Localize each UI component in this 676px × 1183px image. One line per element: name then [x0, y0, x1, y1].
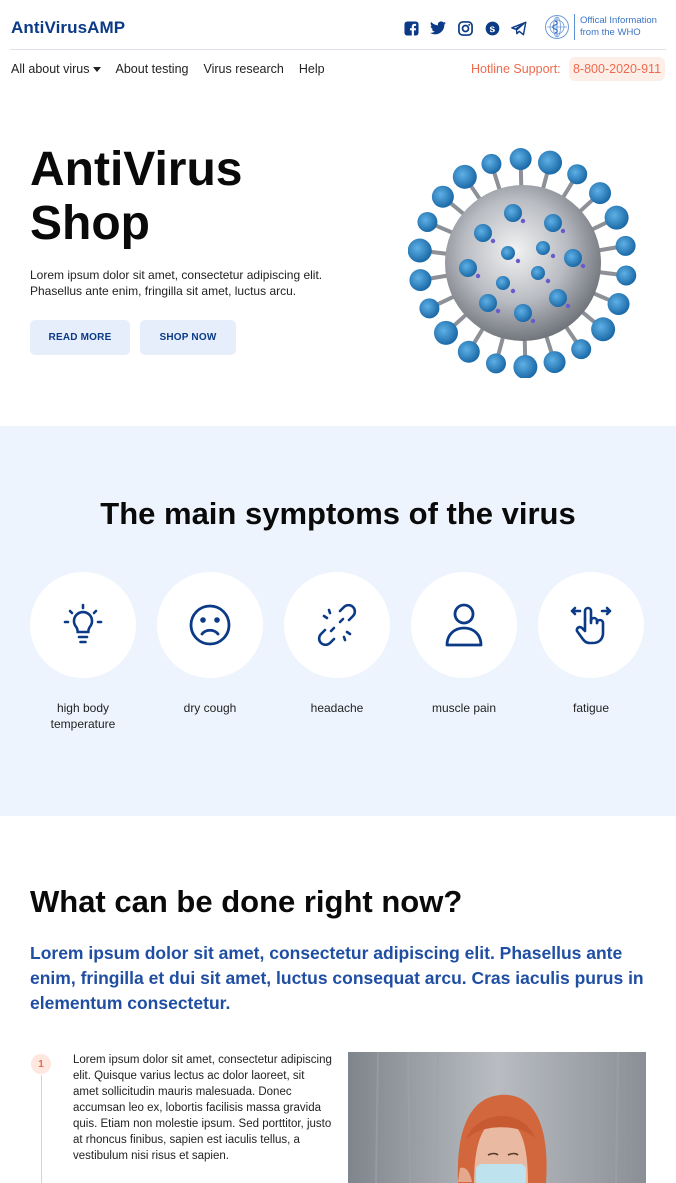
symptom-label: high body temperature — [50, 701, 116, 731]
symptom-icon-circle — [284, 572, 390, 678]
symptom-label: dry cough — [183, 701, 237, 715]
nav-item-all-about-virus[interactable]: All about virus — [11, 62, 101, 76]
symptom-icon-circle — [411, 572, 517, 678]
nav-item-virus-research[interactable]: Virus research — [203, 62, 283, 76]
nav-item-about-testing[interactable]: About testing — [116, 62, 189, 76]
symptom-icon-circle — [30, 572, 136, 678]
who-emblem-icon — [545, 15, 569, 39]
symptom-label: headache — [310, 701, 364, 715]
hotline-label: Hotline Support: — [471, 62, 561, 76]
read-more-button[interactable]: READ MORE — [30, 320, 130, 355]
section-title: What can be done right now? — [30, 884, 463, 919]
symptoms-title: The main symptoms of the virus — [100, 496, 576, 531]
hero-description: Lorem ipsum dolor sit amet, consectetur … — [30, 268, 323, 298]
caret-down-icon — [92, 67, 101, 72]
instagram-icon[interactable] — [456, 19, 474, 37]
symptom-item-dry-cough[interactable]: dry cough — [157, 572, 263, 732]
woman-with-mask-photo — [348, 1052, 646, 1183]
symptom-list: high body temperature dry cough headache… — [30, 572, 644, 732]
symptom-label: fatigue — [572, 701, 610, 715]
symptom-item-fatigue[interactable]: fatigue — [538, 572, 644, 732]
telegram-icon[interactable] — [510, 19, 528, 37]
nav-item-label: All about virus — [11, 62, 90, 76]
step-timeline-line — [41, 1075, 42, 1183]
top-bar: AntiVirusAMP Offical Information from th… — [10, 0, 666, 50]
main-nav: All about virus About testing Virus rese… — [10, 56, 666, 84]
symptom-item-temperature[interactable]: high body temperature — [30, 572, 136, 732]
step-text: Lorem ipsum dolor sit amet, consectetur … — [73, 1054, 332, 1162]
who-info[interactable]: Offical Information from the WHO — [544, 14, 670, 40]
swipe-hand-icon — [570, 606, 612, 645]
step-number-badge: 1 — [31, 1054, 51, 1074]
hotline-number[interactable]: 8-800-2020-911 — [569, 57, 665, 81]
coronavirus-illustration — [408, 148, 637, 378]
symptom-item-muscle-pain[interactable]: muscle pain — [411, 572, 517, 732]
social-links — [402, 19, 528, 37]
nav-item-help[interactable]: Help — [299, 62, 325, 76]
section-lead: Lorem ipsum dolor sit amet, consectetur … — [30, 943, 644, 1013]
who-info-text: Offical Information from the WHO — [580, 15, 657, 38]
skype-icon[interactable] — [483, 19, 501, 37]
twitter-icon[interactable] — [429, 19, 447, 37]
symptom-label: muscle pain — [431, 701, 497, 715]
sad-face-icon — [189, 604, 231, 646]
symptoms-section: The main symptoms of the virus high body… — [0, 426, 676, 816]
brand-logo[interactable]: AntiVirusAMP — [11, 18, 125, 38]
symptom-item-headache[interactable]: headache — [284, 572, 390, 732]
symptom-icon-circle — [157, 572, 263, 678]
hero-title: AntiVirus Shop — [30, 143, 243, 250]
shop-now-button[interactable]: SHOP NOW — [140, 320, 236, 355]
lightbulb-icon — [63, 603, 103, 644]
broken-link-icon — [317, 604, 357, 646]
person-icon — [445, 603, 483, 647]
symptom-icon-circle — [538, 572, 644, 678]
who-divider — [574, 14, 575, 40]
facebook-icon[interactable] — [402, 19, 420, 37]
